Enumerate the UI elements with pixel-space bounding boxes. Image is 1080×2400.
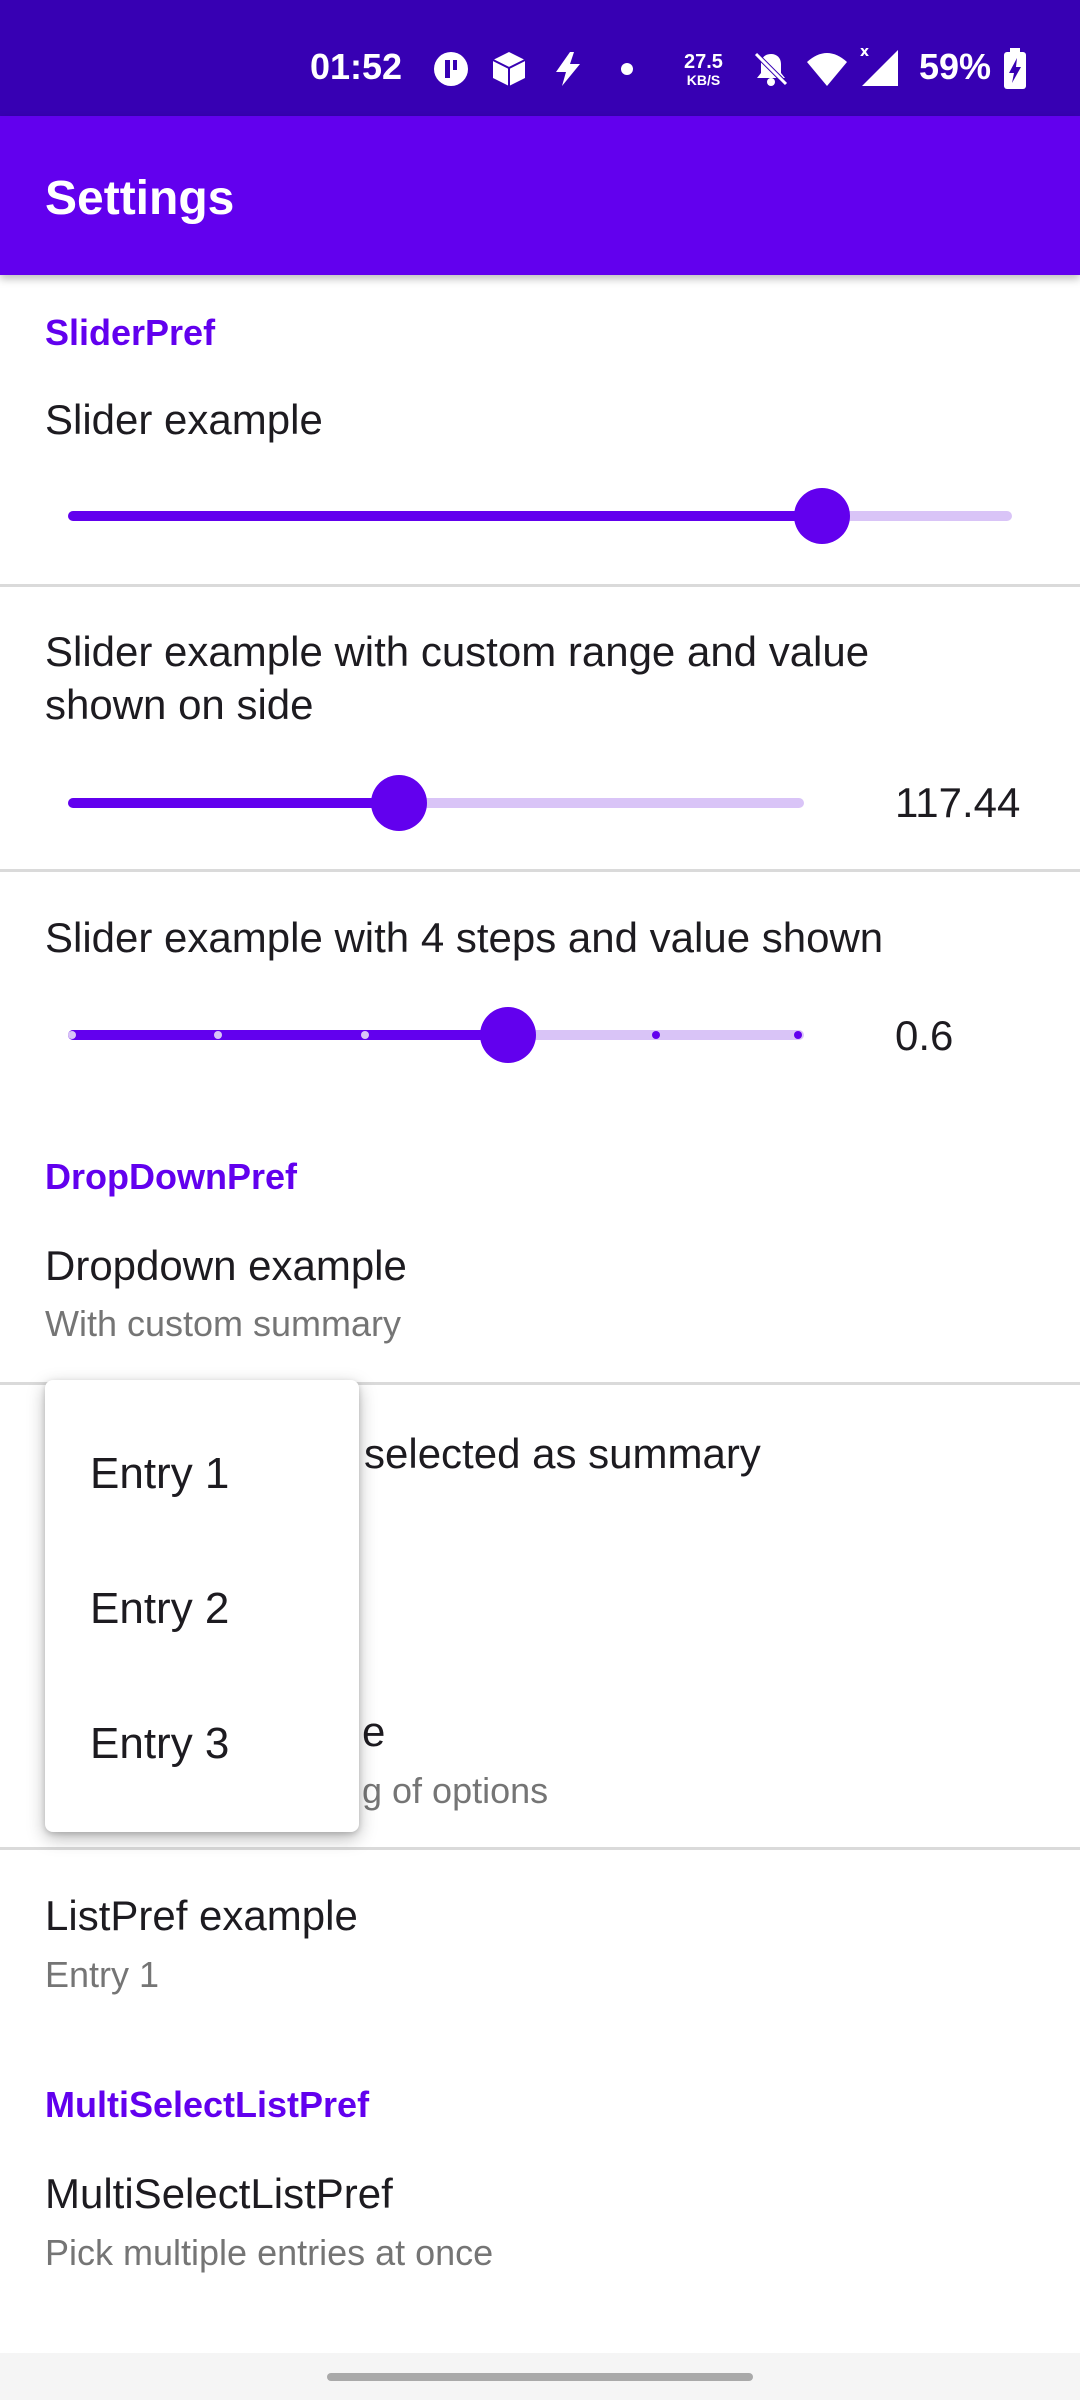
divider (0, 869, 1080, 872)
slider3-tick (794, 1031, 802, 1039)
slider3-thumb[interactable] (480, 1007, 536, 1063)
dot-icon (621, 63, 633, 75)
category-multiselect-pref: MultiSelectListPref (45, 2084, 370, 2125)
slider2-title-line1: Slider example with custom range and val… (45, 628, 870, 675)
battery-charging-icon (1004, 48, 1026, 89)
dropdown-menu: Entry 1 Entry 2 Entry 3 (45, 1380, 359, 1832)
gesture-handle[interactable] (327, 2373, 753, 2381)
divider (0, 1847, 1080, 1850)
multiselect-title: MultiSelectListPref (45, 2170, 393, 2217)
app-bar: Settings (0, 116, 1080, 275)
slider2-track-fill (68, 798, 399, 808)
muted-bell-icon (754, 52, 788, 86)
slider2-value: 117.44 (895, 779, 1021, 826)
listpref-summary: Entry 1 (45, 1954, 160, 1995)
dropdown3-title: e (362, 1708, 386, 1755)
slider3-title: Slider example with 4 steps and value sh… (45, 914, 884, 961)
category-dropdown-pref: DropDownPref (45, 1156, 297, 1197)
slider3-track[interactable] (68, 1030, 804, 1040)
dropdown3-summary: g of options (362, 1770, 549, 1811)
multiselect-summary: Pick multiple entries at once (45, 2232, 494, 2273)
slider1-thumb[interactable] (794, 488, 850, 544)
status-bar: 01:52 27.5 KB/S x 59% (0, 0, 1080, 116)
slider3-tick (652, 1031, 660, 1039)
slider3-track-fill (68, 1030, 508, 1040)
slider1-title: Slider example (45, 396, 323, 443)
dropdown1-title: Dropdown example (45, 1242, 407, 1289)
slider3-tick (68, 1031, 76, 1039)
app-title: Settings (45, 172, 235, 225)
dropdown-menu-entry-1[interactable]: Entry 1 (90, 1449, 229, 1499)
cube-icon (492, 52, 526, 86)
signal-icon: x (860, 44, 898, 86)
status-time: 01:52 (310, 46, 403, 87)
navigation-bar (0, 2353, 1080, 2400)
dropdown-menu-entry-2[interactable]: Entry 2 (90, 1584, 229, 1634)
category-slider-pref: SliderPref (45, 312, 216, 353)
net-speed: 27.5 KB/S (684, 52, 723, 88)
slider1-track[interactable] (68, 511, 1012, 521)
slider3-tick (214, 1031, 222, 1039)
dropdown2-title: selected as summary (364, 1430, 761, 1477)
dropdown-menu-entry-3[interactable]: Entry 3 (90, 1719, 229, 1769)
divider (0, 584, 1080, 587)
slider2-title-line2: shown on side (45, 681, 314, 728)
listpref-title: ListPref example (45, 1892, 358, 1939)
battery-percent: 59% (919, 46, 992, 87)
net-speed-unit: KB/S (686, 72, 721, 88)
dropdown1-summary: With custom summary (45, 1303, 402, 1344)
slider2-track[interactable] (68, 798, 804, 808)
svg-text:x: x (860, 44, 869, 60)
net-speed-value: 27.5 (684, 51, 723, 73)
slider1-track-fill (68, 511, 822, 521)
slider3-tick (361, 1031, 369, 1039)
wifi-icon (807, 53, 847, 86)
slider2-thumb[interactable] (371, 775, 427, 831)
app-icon (434, 52, 468, 86)
slider3-value: 0.6 (895, 1012, 954, 1059)
bolt-icon (556, 52, 580, 86)
